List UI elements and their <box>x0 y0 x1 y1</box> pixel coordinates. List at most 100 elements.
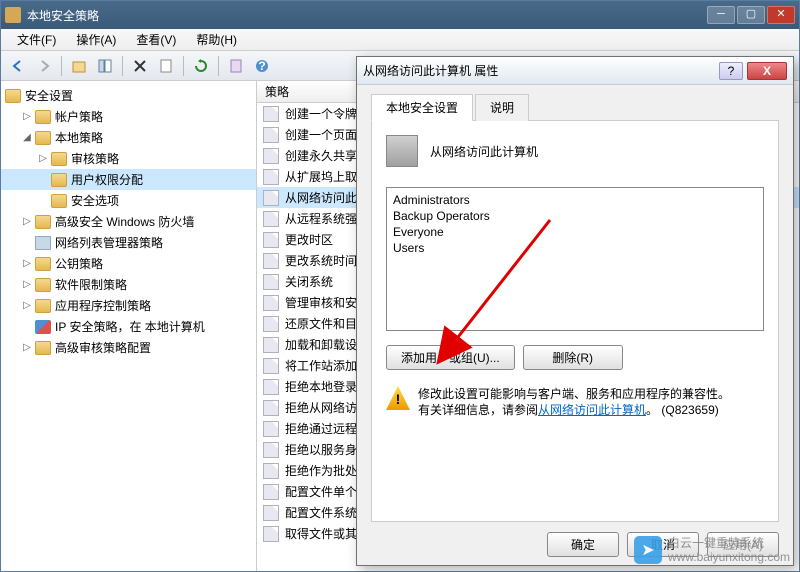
policy-icon <box>263 127 279 143</box>
policy-icon <box>263 106 279 122</box>
tree-panel[interactable]: 安全设置 ▷帐户策略◢本地策略▷审核策略用户权限分配安全选项▷高级安全 Wind… <box>1 81 257 571</box>
policy-icon <box>263 232 279 248</box>
watermark-icon <box>634 536 662 564</box>
tree-node[interactable]: ▷高级安全 Windows 防火墙 <box>1 211 256 232</box>
list-item-label: 拒绝以服务身 <box>285 441 357 458</box>
tab-description[interactable]: 说明 <box>475 94 529 121</box>
expand-icon[interactable]: ▷ <box>37 153 49 165</box>
menu-help[interactable]: 帮助(H) <box>186 29 247 50</box>
watermark-url: www.baiyunxitong.com <box>668 550 790 564</box>
tree-node[interactable]: 用户权限分配 <box>1 169 256 190</box>
dialog-title: 从网络访问此计算机 属性 <box>363 62 719 79</box>
menu-file[interactable]: 文件(F) <box>7 29 66 50</box>
tree-node-label: 网络列表管理器策略 <box>55 234 163 251</box>
delete-button[interactable] <box>129 55 151 77</box>
show-hide-button[interactable] <box>94 55 116 77</box>
expand-icon[interactable] <box>37 195 49 207</box>
expand-icon[interactable]: ▷ <box>21 216 33 228</box>
expand-icon[interactable]: ▷ <box>21 258 33 270</box>
refresh-button[interactable] <box>190 55 212 77</box>
forward-button[interactable] <box>33 55 55 77</box>
menu-view[interactable]: 查看(V) <box>126 29 186 50</box>
tab-local-security[interactable]: 本地安全设置 <box>371 94 473 121</box>
list-item-label: 更改时区 <box>285 231 333 248</box>
export-button[interactable] <box>225 55 247 77</box>
menubar: 文件(F) 操作(A) 查看(V) 帮助(H) <box>1 29 799 51</box>
list-item-label: 从远程系统强 <box>285 210 357 227</box>
tree-node-label: 用户权限分配 <box>71 171 143 188</box>
property-icon <box>386 135 418 167</box>
tree-node-label: 高级审核策略配置 <box>55 339 151 356</box>
list-item-label: 创建永久共享 <box>285 147 357 164</box>
tree-root-label: 安全设置 <box>25 87 73 104</box>
tree-node[interactable]: ▷ 应用程序控制策略 <box>1 295 256 316</box>
tree-node[interactable]: 安全选项 <box>1 190 256 211</box>
close-button[interactable]: ✕ <box>767 6 795 24</box>
policy-icon <box>263 169 279 185</box>
tree-node[interactable]: ▷软件限制策略 <box>1 274 256 295</box>
add-user-button[interactable]: 添加用户或组(U)... <box>386 345 515 370</box>
tree-node[interactable]: ▷ 公钥策略 <box>1 253 256 274</box>
user-item[interactable]: Everyone <box>393 224 757 240</box>
expand-icon[interactable]: ▷ <box>21 300 33 312</box>
folder-icon <box>35 278 51 292</box>
maximize-button[interactable]: ▢ <box>737 6 765 24</box>
list-item-label: 从扩展坞上取 <box>285 168 357 185</box>
property-title: 从网络访问此计算机 <box>430 143 538 160</box>
user-item[interactable]: Administrators <box>393 192 757 208</box>
titlebar: 本地安全策略 ─ ▢ ✕ <box>1 1 799 29</box>
folder-icon <box>51 152 67 166</box>
tree-node-label: 应用程序控制策略 <box>55 297 151 314</box>
up-button[interactable] <box>68 55 90 77</box>
expand-icon[interactable] <box>21 321 33 333</box>
policy-icon <box>263 274 279 290</box>
menu-action[interactable]: 操作(A) <box>66 29 126 50</box>
policy-icon <box>263 379 279 395</box>
folder-icon <box>35 257 51 271</box>
expand-icon[interactable] <box>37 174 49 186</box>
list-item-label: 拒绝通过远程 <box>285 420 357 437</box>
dialog-close-button[interactable]: X <box>747 62 787 80</box>
list-item-label: 拒绝从网络访 <box>285 399 357 416</box>
user-item[interactable]: Backup Operators <box>393 208 757 224</box>
expand-icon[interactable]: ▷ <box>21 111 33 123</box>
expand-icon[interactable]: ◢ <box>21 132 33 144</box>
list-item-label: 配置文件单个 <box>285 483 357 500</box>
tree-node-label: 公钥策略 <box>55 255 103 272</box>
properties-dialog: 从网络访问此计算机 属性 ? X 本地安全设置 说明 从网络访问此计算机 Adm… <box>356 56 794 566</box>
remove-button[interactable]: 删除(R) <box>523 345 623 370</box>
tree-node[interactable]: IP 安全策略，在 本地计算机 <box>1 316 256 337</box>
back-button[interactable] <box>7 55 29 77</box>
warning-text: 修改此设置可能影响与客户端、服务和应用程序的兼容性。 有关详细信息，请参阅从网络… <box>418 386 730 418</box>
list-item-label: 配置文件系统 <box>285 504 357 521</box>
warning-link[interactable]: 从网络访问此计算机 <box>538 403 646 417</box>
list-item-label: 还原文件和目 <box>285 315 357 332</box>
user-list[interactable]: AdministratorsBackup OperatorsEveryoneUs… <box>386 187 764 331</box>
list-item-label: 取得文件或其 <box>285 525 357 542</box>
tree-node[interactable]: ◢本地策略 <box>1 127 256 148</box>
tabs: 本地安全设置 说明 <box>371 93 779 121</box>
folder-icon <box>35 299 51 313</box>
list-item-label: 关闭系统 <box>285 273 333 290</box>
policy-icon <box>263 316 279 332</box>
list-item-label: 更改系统时间 <box>285 252 357 269</box>
expand-icon[interactable] <box>21 237 33 249</box>
policy-icon <box>263 526 279 542</box>
ok-button[interactable]: 确定 <box>547 532 619 557</box>
minimize-button[interactable]: ─ <box>707 6 735 24</box>
window-title: 本地安全策略 <box>27 7 707 24</box>
properties-button[interactable] <box>155 55 177 77</box>
tree-node[interactable]: ▷帐户策略 <box>1 106 256 127</box>
tree-node[interactable]: 网络列表管理器策略 <box>1 232 256 253</box>
watermark: 白云一键重装系统 www.baiyunxitong.com <box>634 536 790 564</box>
tree-node[interactable]: ▷ 高级审核策略配置 <box>1 337 256 358</box>
user-item[interactable]: Users <box>393 240 757 256</box>
dialog-help-button[interactable]: ? <box>719 62 743 80</box>
tree-root[interactable]: 安全设置 <box>1 85 256 106</box>
help-button[interactable]: ? <box>251 55 273 77</box>
dialog-titlebar[interactable]: 从网络访问此计算机 属性 ? X <box>357 57 793 85</box>
expand-icon[interactable]: ▷ <box>21 279 33 291</box>
policy-icon <box>263 148 279 164</box>
expand-icon[interactable]: ▷ <box>21 342 33 354</box>
tree-node[interactable]: ▷审核策略 <box>1 148 256 169</box>
